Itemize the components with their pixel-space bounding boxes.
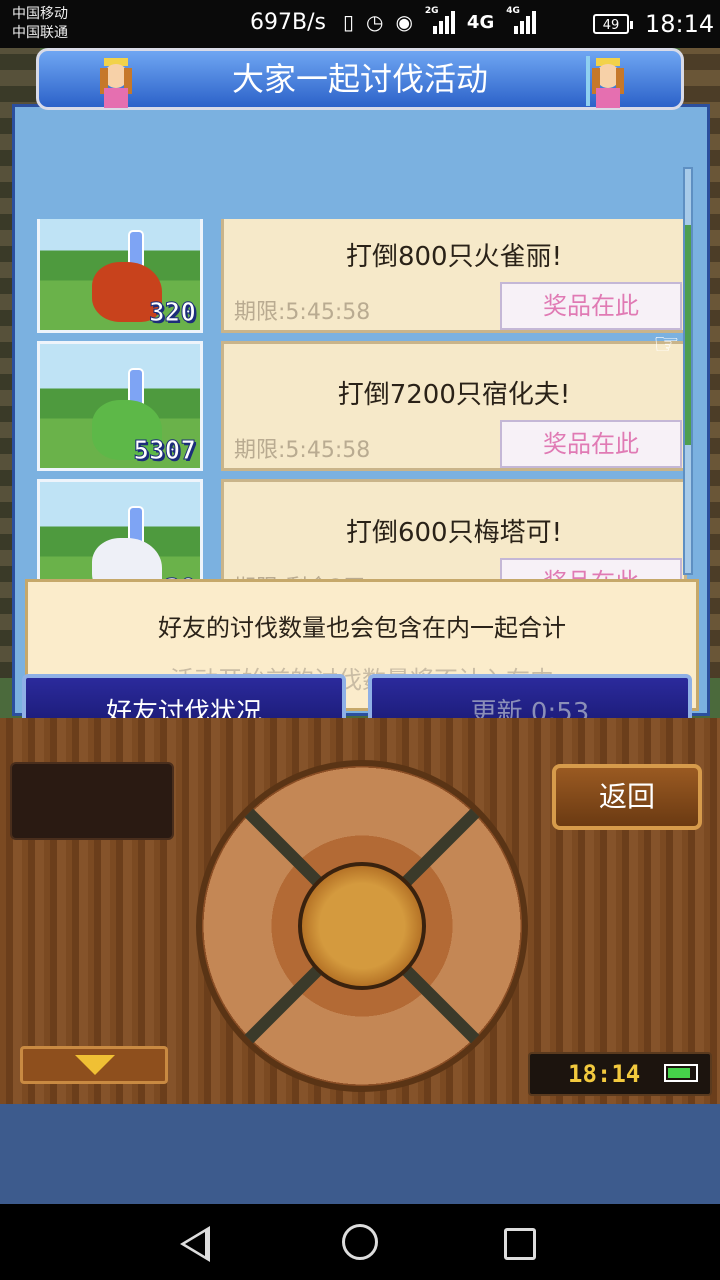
princess-avatar-icon: [100, 58, 132, 108]
status-icons: ▯ ◷ ◉ 2G 4G 4G: [343, 6, 537, 34]
status-clock: 18:14: [645, 10, 715, 38]
scrollbar-thumb[interactable]: [685, 225, 691, 445]
dpad[interactable]: [196, 760, 528, 1092]
task-deadline: 期限:5:45:58: [234, 300, 371, 325]
signal-2g-icon: 2G: [425, 6, 455, 34]
task-title: 打倒800只火雀丽!: [345, 242, 563, 272]
vibrate-icon: ▯: [343, 10, 355, 34]
event-dialog: 320 打倒800只火雀丽! 期限:5:45:58 奖品在此 5307 打倒72…: [12, 104, 710, 716]
alarm-icon: ◷: [366, 10, 384, 34]
task-deadline: 期限:5:45:58: [234, 438, 371, 463]
task-title: 打倒600只梅塔可!: [345, 518, 563, 548]
game-screen: 320 打倒800只火雀丽! 期限:5:45:58 奖品在此 5307 打倒72…: [0, 48, 720, 1104]
monster-thumbnail: 320: [37, 219, 203, 333]
controller-clock-time: 18:14: [568, 1060, 641, 1088]
carrier-2: 中国联通: [12, 25, 68, 41]
signal-tag-4g: 4G: [506, 6, 520, 16]
dialog-title: 大家一起讨伐活动: [231, 60, 488, 98]
task-title: 打倒7200只宿化夫!: [337, 380, 571, 410]
nav-back-icon[interactable]: [180, 1226, 210, 1262]
prize-button[interactable]: 奖品在此: [500, 282, 682, 330]
carrier-names: 中国移动 中国联通: [12, 5, 68, 43]
nav-home-icon[interactable]: [342, 1224, 378, 1260]
eye-icon: ◉: [395, 10, 413, 34]
navigation-bar: [0, 1204, 720, 1280]
controller-battery-icon: [664, 1064, 698, 1082]
controller-clock: 18:14: [528, 1052, 712, 1096]
princess-avatar-icon: [586, 56, 624, 108]
task-row: 320 打倒800只火雀丽! 期限:5:45:58 奖品在此: [37, 219, 687, 337]
game-controller: 返回 18:14: [0, 718, 720, 1104]
status-bar: 中国移动 中国联通 697B/s ▯ ◷ ◉ 2G 4G 4G 49 18:14: [0, 0, 720, 48]
task-list-scrollbar[interactable]: [683, 167, 693, 575]
down-arrow-icon: [75, 1055, 115, 1075]
task-row: 5307 打倒7200只宿化夫! 期限:5:45:58 奖品在此: [37, 341, 687, 475]
monster-thumbnail: 5307: [37, 341, 203, 471]
signal-tag-2g: 2G: [424, 6, 439, 16]
back-button[interactable]: 返回: [552, 764, 702, 830]
nav-recents-icon[interactable]: [504, 1228, 536, 1260]
defeat-count: 5307: [133, 436, 197, 467]
network-speed: 697B/s: [250, 10, 326, 35]
task-card: 打倒800只火雀丽! 期限:5:45:58 奖品在此: [221, 219, 687, 333]
menu-down-button[interactable]: [20, 1046, 168, 1084]
task-list[interactable]: 320 打倒800只火雀丽! 期限:5:45:58 奖品在此 5307 打倒72…: [37, 219, 687, 635]
task-card: 打倒7200只宿化夫! 期限:5:45:58 奖品在此: [221, 341, 687, 471]
prize-button[interactable]: 奖品在此: [500, 420, 682, 468]
pointer-hand-icon: ☜: [653, 327, 680, 362]
network-type: 4G: [466, 11, 495, 33]
battery-icon: 49: [593, 14, 633, 34]
info-line-1: 好友的讨伐数量也会包含在内一起合计: [158, 614, 566, 642]
carrier-1: 中国移动: [12, 6, 68, 22]
signal-4g-icon: 4G: [506, 6, 537, 34]
dpad-center-button[interactable]: [298, 862, 426, 990]
blank-area: [0, 1104, 720, 1204]
defeat-count: 320: [149, 298, 197, 329]
controller-screen-slot: [10, 762, 174, 840]
